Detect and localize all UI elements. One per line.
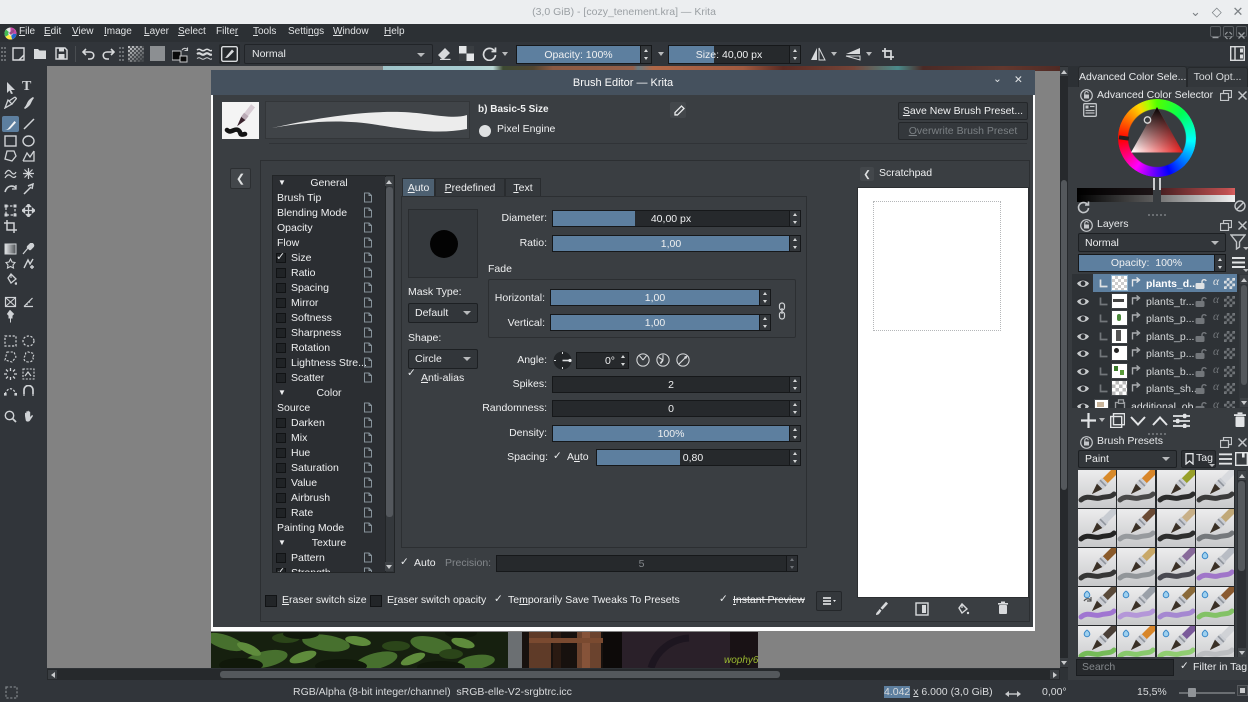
svg-text:wophy6: wophy6 xyxy=(724,655,758,666)
